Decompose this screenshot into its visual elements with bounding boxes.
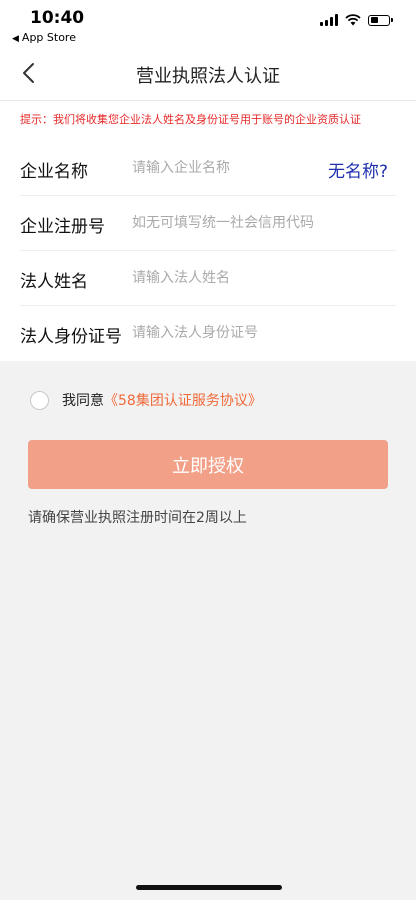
status-time: 10:40 <box>30 8 85 28</box>
status-bar: 10:40 ◀ App Store <box>0 0 416 48</box>
no-name-link[interactable]: 无名称? <box>328 157 388 182</box>
company-name-row: 企业名称 无名称? <box>20 141 396 196</box>
navigation-bar: 营业执照法人认证 <box>0 48 416 101</box>
home-indicator[interactable] <box>136 885 282 890</box>
agreement-link[interactable]: 《58集团认证服务协议》 <box>104 390 262 410</box>
back-triangle-icon: ◀ <box>12 34 19 44</box>
company-name-input[interactable] <box>132 155 322 181</box>
registration-number-row: 企业注册号 <box>20 196 396 251</box>
battery-icon <box>368 14 393 26</box>
legal-person-name-label: 法人姓名 <box>20 272 88 292</box>
certification-form: 提示：我们将收集您企业法人姓名及身份证号用于账号的企业资质认证 企业名称 无名称… <box>0 101 416 361</box>
back-app-label: App Store <box>21 31 76 44</box>
agreement-prefix: 我同意 <box>62 393 104 409</box>
back-to-app-store[interactable]: ◀ App Store <box>12 31 76 44</box>
legal-person-id-input[interactable] <box>132 320 322 346</box>
registration-time-note: 请确保营业执照注册时间在2周以上 <box>28 510 247 526</box>
authorize-button[interactable]: 立即授权 <box>28 440 388 489</box>
company-name-label: 企业名称 <box>20 162 88 182</box>
privacy-hint: 提示：我们将收集您企业法人姓名及身份证号用于账号的企业资质认证 <box>20 113 361 126</box>
legal-person-id-label: 法人身份证号 <box>20 327 122 347</box>
legal-person-name-row: 法人姓名 <box>20 251 396 306</box>
signal-icon <box>320 14 338 26</box>
system-icons <box>320 13 393 27</box>
registration-number-input[interactable] <box>132 210 382 236</box>
page-title: 营业执照法人认证 <box>136 66 280 87</box>
agreement-row: 我同意 《58集团认证服务协议》 <box>30 388 262 412</box>
registration-number-label: 企业注册号 <box>20 217 105 237</box>
wifi-icon <box>345 14 361 26</box>
agreement-radio[interactable] <box>30 390 49 410</box>
legal-person-id-row: 法人身份证号 <box>20 306 396 361</box>
legal-person-name-input[interactable] <box>132 265 322 291</box>
